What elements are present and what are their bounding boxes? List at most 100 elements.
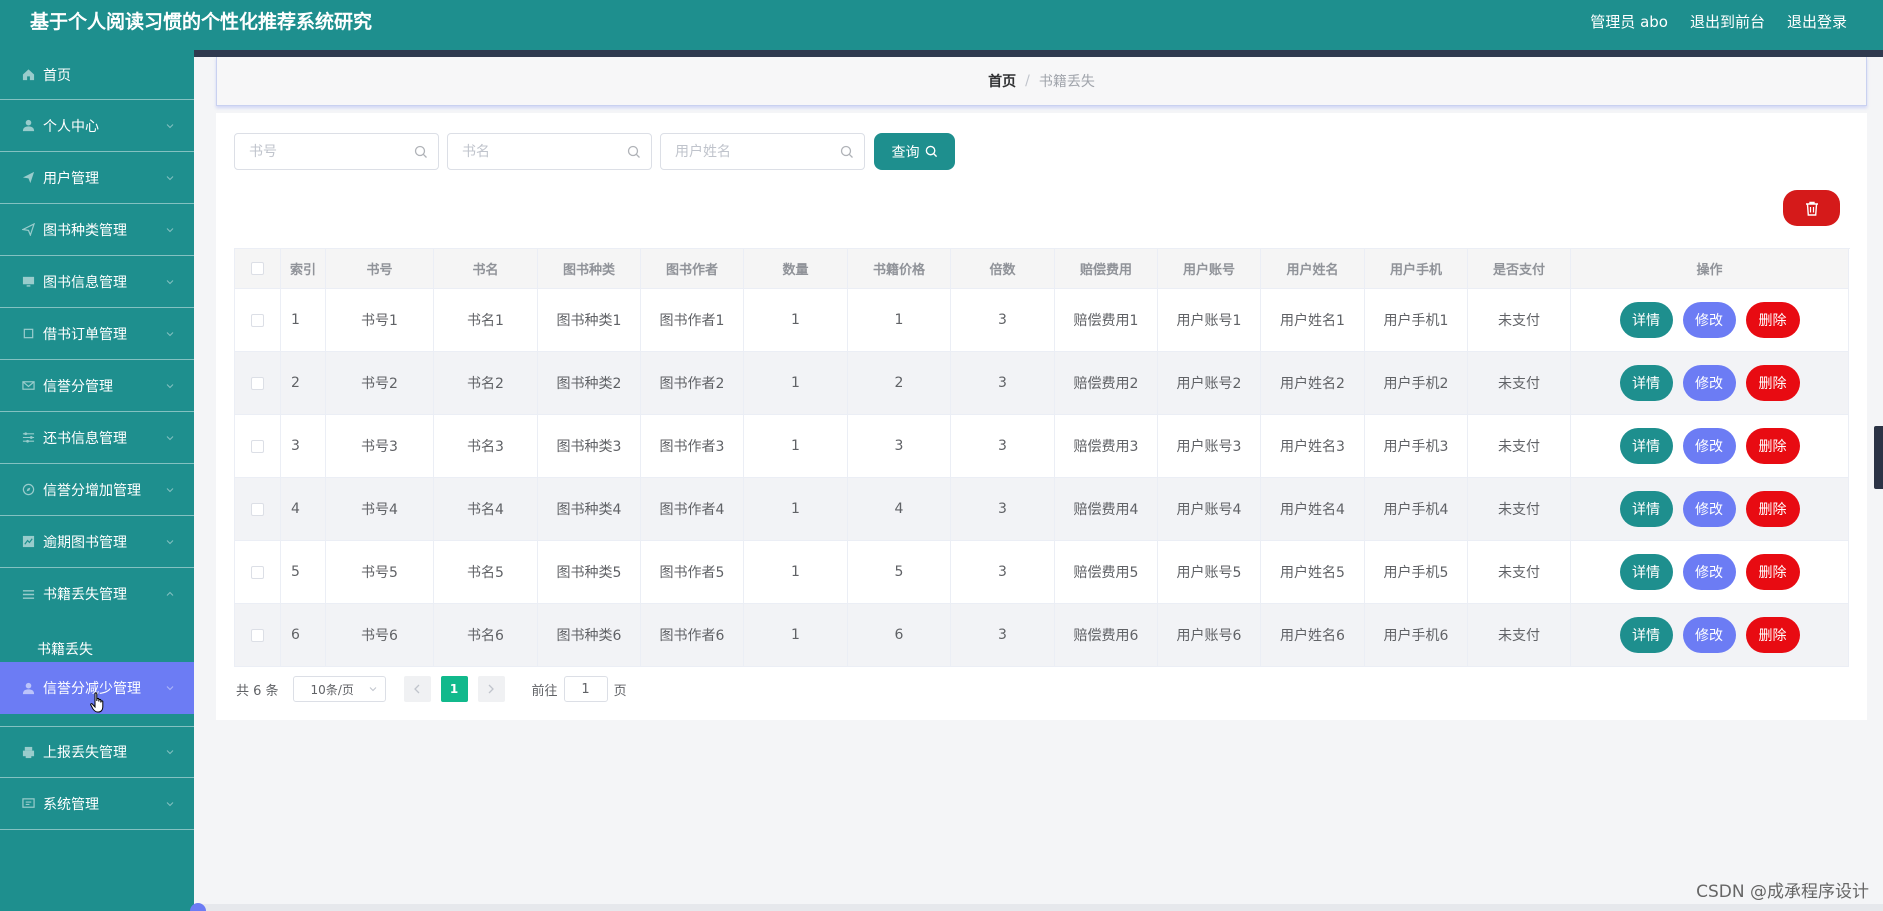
sidebar-item-label: 图书种类管理 [43, 222, 127, 239]
sidebar-item-borrow-orders[interactable]: 借书订单管理 [0, 308, 194, 360]
table-cell: 用户手机1 [1365, 289, 1468, 352]
table-cell: 图书作者1 [641, 289, 744, 352]
row-checkbox[interactable] [251, 376, 264, 390]
table-row: 2 书号2 书名2 图书种类2 图书作者2 1 2 3 赔偿费用2 用户账号2 … [235, 352, 1850, 415]
detail-button[interactable]: 详情 [1619, 617, 1673, 653]
sidebar-item-user-management[interactable]: 用户管理 [0, 152, 194, 204]
delete-button[interactable]: 删除 [1745, 617, 1800, 653]
book-name-input[interactable] [448, 134, 618, 169]
sidebar-item-credit-decrease[interactable]: 信誉分减少管理 [0, 662, 194, 714]
table-cell: 用户姓名4 [1261, 478, 1365, 541]
table-cell: 2 [848, 352, 951, 415]
prev-page-button[interactable] [403, 676, 431, 702]
next-page-button[interactable] [477, 676, 505, 702]
compass-icon [22, 483, 35, 496]
table-cell: 用户手机6 [1365, 604, 1468, 667]
sidebar-item-report-lost[interactable]: 上报丢失管理 [0, 726, 194, 778]
table-cell: 未支付 [1468, 289, 1571, 352]
select-all-checkbox[interactable] [251, 262, 264, 275]
sidebar-item-book-info[interactable]: 图书信息管理 [0, 256, 194, 308]
detail-button[interactable]: 详情 [1619, 554, 1673, 590]
page-size-select[interactable]: 10条/页 [292, 676, 386, 702]
book-no-input[interactable] [235, 134, 405, 169]
edit-button[interactable]: 修改 [1682, 554, 1736, 590]
delete-button[interactable]: 删除 [1745, 302, 1800, 338]
delete-button[interactable]: 删除 [1745, 428, 1800, 464]
crop-icon [22, 327, 35, 340]
table-cell: 3 [848, 415, 951, 478]
chevron-down-icon [166, 686, 174, 691]
chevron-right-icon [488, 684, 494, 694]
horizontal-scrollbar-track [194, 904, 1883, 911]
table-cell: 6 [848, 604, 951, 667]
bulk-delete-button[interactable] [1783, 190, 1840, 226]
detail-button[interactable]: 详情 [1619, 491, 1673, 527]
sidebar-item-return-info[interactable]: 还书信息管理 [0, 412, 194, 464]
home-icon [22, 68, 35, 81]
row-checkbox[interactable] [251, 313, 264, 327]
sidebar-item-personal-center[interactable]: 个人中心 [0, 100, 194, 152]
table-cell: 书号6 [326, 604, 434, 667]
row-select-cell [235, 541, 281, 604]
sidebar-item-credit-score[interactable]: 信誉分管理 [0, 360, 194, 412]
delete-button[interactable]: 删除 [1745, 365, 1800, 401]
admin-user-label[interactable]: 管理员 abo [1590, 0, 1668, 44]
table-cell: 6 [281, 604, 326, 667]
edit-button[interactable]: 修改 [1682, 617, 1736, 653]
chevron-down-icon [166, 487, 174, 492]
search-icon [840, 145, 853, 158]
sliders-icon [22, 431, 35, 444]
pagination: 共 6 条 10条/页 1 前往 页 [236, 676, 627, 702]
logout-link[interactable]: 退出登录 [1787, 0, 1847, 44]
breadcrumb-home[interactable]: 首页 [988, 71, 1016, 91]
sidebar-item-book-lost[interactable]: 书籍丢失管理 [0, 568, 194, 620]
table-cell: 赔偿费用2 [1055, 352, 1158, 415]
row-checkbox[interactable] [251, 439, 264, 453]
edit-button[interactable]: 修改 [1682, 491, 1736, 527]
chevron-down-icon [369, 687, 376, 692]
table-cell: 用户姓名1 [1261, 289, 1365, 352]
sidebar-item-book-category[interactable]: 图书种类管理 [0, 204, 194, 256]
header-select-all-cell [235, 249, 281, 289]
sidebar-item-home[interactable]: 首页 [0, 50, 194, 100]
search-icon [627, 145, 640, 158]
book-name-search-field [447, 133, 652, 170]
header-cell: 图书种类 [538, 249, 641, 289]
row-select-cell [235, 415, 281, 478]
table-cell: 4 [848, 478, 951, 541]
table-cell: 用户姓名5 [1261, 541, 1365, 604]
table-cell: 用户姓名3 [1261, 415, 1365, 478]
user-name-input[interactable] [661, 134, 831, 169]
delete-button[interactable]: 删除 [1745, 491, 1800, 527]
delete-button[interactable]: 删除 [1745, 554, 1800, 590]
sidebar-item-system-management[interactable]: 系统管理 [0, 778, 194, 830]
sidebar-item-overdue-books[interactable]: 逾期图书管理 [0, 516, 194, 568]
edit-button[interactable]: 修改 [1682, 302, 1736, 338]
row-checkbox[interactable] [251, 502, 264, 516]
sidebar-item-credit-increase[interactable]: 信誉分增加管理 [0, 464, 194, 516]
edit-button[interactable]: 修改 [1682, 365, 1736, 401]
detail-button[interactable]: 详情 [1619, 365, 1673, 401]
edit-button[interactable]: 修改 [1682, 428, 1736, 464]
detail-button[interactable]: 详情 [1619, 302, 1673, 338]
trash-icon [1805, 201, 1818, 216]
detail-button[interactable]: 详情 [1619, 428, 1673, 464]
table-cell: 图书种类4 [538, 478, 641, 541]
table-cell: 用户账号3 [1158, 415, 1261, 478]
header-divider [0, 50, 1883, 57]
sidebar-item-label: 信誉分管理 [43, 378, 113, 395]
row-checkbox[interactable] [251, 628, 264, 642]
query-button[interactable]: 查询 [874, 133, 955, 170]
page-number-current[interactable]: 1 [440, 676, 468, 702]
sidebar: 首页 个人中心 用户管理 图书种类管理 图书信息管理 借书订单管理 信誉分管理 … [0, 50, 194, 911]
table-cell: 图书作者2 [641, 352, 744, 415]
table-cell: 未支付 [1468, 352, 1571, 415]
goto-page-input[interactable] [563, 676, 608, 702]
sidebar-item-label: 还书信息管理 [43, 430, 127, 447]
exit-to-front-link[interactable]: 退出到前台 [1690, 0, 1765, 44]
row-checkbox[interactable] [251, 565, 264, 579]
vertical-scrollbar-thumb[interactable] [1874, 426, 1883, 489]
monitor-icon [22, 275, 35, 288]
chevron-up-icon [166, 591, 174, 596]
table-cell: 1 [744, 541, 848, 604]
